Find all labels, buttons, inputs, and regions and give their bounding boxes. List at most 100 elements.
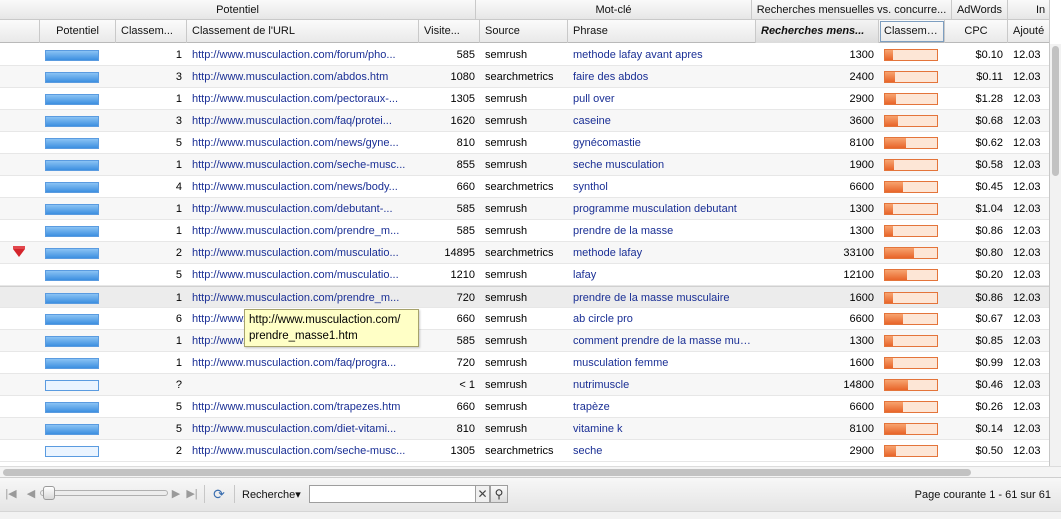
cell-phrase[interactable]: caseine <box>568 110 756 132</box>
cell-phrase[interactable]: synthol <box>568 176 756 198</box>
first-page-icon[interactable]: |◀ <box>5 487 17 501</box>
table-row[interactable]: 1 http://www.musculaction.com/debutant-..… <box>0 198 1049 220</box>
last-page-icon[interactable]: ▶| <box>186 487 198 501</box>
cell-url[interactable]: http://www.musculaction.com/news/body... <box>187 176 419 198</box>
competition-bar-fill <box>885 204 893 214</box>
cell-url[interactable]: http://www.musculaction.com/faq/progra..… <box>187 352 419 374</box>
group-header-mot-cle[interactable]: Mot-clé <box>476 0 752 20</box>
col-recherches[interactable]: Recherches mens... <box>756 20 879 43</box>
cell-url[interactable]: http://www.musculaction.com/prendre_m... <box>187 287 419 309</box>
col-cpc[interactable]: CPC <box>945 20 1008 43</box>
potentiel-bar <box>45 358 99 369</box>
cell-url[interactable]: http://www.musculaction.com/debutant-... <box>187 198 419 220</box>
vertical-scroll-thumb[interactable] <box>1052 46 1059 176</box>
cell-url[interactable]: http://www.musculaction.com/musculatio..… <box>187 264 419 286</box>
table-row[interactable]: 1 http://www.musculaction.com/faq/progra.… <box>0 352 1049 374</box>
col-visites[interactable]: Visite... <box>419 20 480 43</box>
cell-phrase[interactable]: trapèze <box>568 396 756 418</box>
group-header-recherches[interactable]: Recherches mensuelles vs. concurre... <box>752 0 952 20</box>
cell-visites: 855 <box>456 159 475 171</box>
cell-phrase[interactable]: pull over <box>568 88 756 110</box>
col-flag[interactable] <box>0 20 40 43</box>
cell-phrase[interactable]: musculation femme <box>568 352 756 374</box>
col-source[interactable]: Source <box>480 20 568 43</box>
col-ajoute[interactable]: Ajouté <box>1008 20 1049 43</box>
table-row[interactable]: 1 http://www.musculaction.com/forum/pho..… <box>0 44 1049 66</box>
cell-url[interactable]: http://www.musculaction.com/seche-musc..… <box>187 154 419 176</box>
table-row[interactable]: 4 http://www.musculaction.com/news/body..… <box>0 176 1049 198</box>
search-field-menu[interactable]: Recherche▾ <box>242 488 301 501</box>
gem-flag-icon[interactable] <box>13 246 25 257</box>
table-row[interactable]: 1 http://www.musculaction.com/pectoraux-.… <box>0 88 1049 110</box>
table-row[interactable]: 6 http://www.musculaction.com/660 semrush a… <box>0 308 1049 330</box>
cell-phrase[interactable]: ab circle pro <box>568 308 756 330</box>
table-row[interactable]: 1http://www.musculaction.com/prendre_m..… <box>0 286 1049 309</box>
cell-phrase[interactable]: faire des abdos <box>568 66 756 88</box>
cell-phrase[interactable]: prendre de la masse musculaire <box>568 287 756 309</box>
page-slider[interactable] <box>40 490 168 496</box>
table-row[interactable]: 5 http://www.musculaction.com/trapezes.ht… <box>0 396 1049 418</box>
cell-classement: ? <box>175 379 182 391</box>
cell-phrase[interactable]: seche <box>568 440 756 462</box>
cell-recherches: 6600 <box>849 401 874 413</box>
group-header-potentiel[interactable]: Potentiel <box>0 0 476 20</box>
vertical-scrollbar[interactable] <box>1050 44 1061 466</box>
table-row[interactable]: 1http://www.musculaction.com/prendre_m..… <box>0 220 1049 242</box>
cell-phrase[interactable]: nutrimuscle <box>568 374 756 396</box>
toolbar-separator <box>234 485 235 503</box>
potentiel-bar <box>45 402 99 413</box>
group-header-adwords[interactable]: AdWords <box>952 0 1008 20</box>
table-row[interactable]: 3 http://www.musculaction.com/abdos.htm 10… <box>0 66 1049 88</box>
competition-bar-fill <box>885 336 893 346</box>
cell-phrase[interactable]: vitamine k <box>568 418 756 440</box>
cell-phrase[interactable]: programme musculation debutant <box>568 198 756 220</box>
next-page-icon[interactable]: ▶ <box>170 487 182 501</box>
table-row[interactable]: 5 http://www.musculaction.com/diet-vitami… <box>0 418 1049 440</box>
cell-source: semrush <box>485 379 528 391</box>
col-phrase[interactable]: Phrase <box>568 20 756 43</box>
table-row[interactable]: ? < 1 semrush nutrimuscle 14800 $0.46 12.03 <box>0 374 1049 396</box>
table-row[interactable]: 5 http://www.musculaction.com/news/gyne..… <box>0 132 1049 154</box>
cell-visites: 660 <box>456 313 475 325</box>
cell-recherches: 12100 <box>843 269 874 281</box>
cell-phrase[interactable]: methode lafay <box>568 242 756 264</box>
horizontal-scroll-thumb[interactable] <box>3 469 971 476</box>
cell-url[interactable]: http://www.musculaction.com/diet-vitami.… <box>187 418 419 440</box>
cell-url[interactable]: http://www.musculaction.com/forum/pho... <box>187 44 419 66</box>
col-classement[interactable]: Classem... <box>116 20 187 43</box>
cell-url[interactable]: http://www.musculaction.com/news/gyne... <box>187 132 419 154</box>
col-potentiel[interactable]: Potentiel <box>40 20 116 43</box>
search-icon[interactable]: ⚲ <box>490 485 508 503</box>
cell-phrase[interactable]: lafay <box>568 264 756 286</box>
cell-phrase[interactable]: gynécomastie <box>568 132 756 154</box>
table-row[interactable]: 5 http://www.musculaction.com/musculatio.… <box>0 264 1049 286</box>
cell-url[interactable]: http://www.musculaction.com/faq/protei..… <box>187 110 419 132</box>
cell-phrase[interactable]: methode lafay avant apres <box>568 44 756 66</box>
cell-url[interactable]: http://www.musculaction.com/prendre_m... <box>187 220 419 242</box>
col-url[interactable]: Classement de l'URL <box>187 20 419 43</box>
group-header-in[interactable]: In <box>1008 0 1049 20</box>
cell-phrase[interactable]: seche musculation <box>568 154 756 176</box>
cell-url[interactable]: http://www.musculaction.com/pectoraux-..… <box>187 88 419 110</box>
competition-bar-fill <box>885 402 904 412</box>
table-row[interactable]: 2 http://www.musculaction.com/seche-musc.… <box>0 440 1049 462</box>
table-row[interactable]: 1 http://www.musculaction.com/seche-musc.… <box>0 154 1049 176</box>
cell-url[interactable]: http://www.musculaction.com/musculatio..… <box>187 242 419 264</box>
table-row[interactable]: 2 http://www.musculaction.com/musculatio.… <box>0 242 1049 264</box>
cell-url[interactable]: http://www.musculaction.com/seche-musc..… <box>187 440 419 462</box>
cell-url[interactable] <box>187 374 419 396</box>
cell-recherches: 8100 <box>849 137 874 149</box>
horizontal-scrollbar[interactable] <box>0 466 1061 477</box>
cell-phrase[interactable]: prendre de la masse <box>568 220 756 242</box>
table-row[interactable]: 3 http://www.musculaction.com/faq/protei.… <box>0 110 1049 132</box>
cell-phrase[interactable]: comment prendre de la masse mus... <box>568 330 756 352</box>
col-concurrence[interactable]: Classemen... <box>879 20 945 43</box>
prev-page-icon[interactable]: ◀ <box>25 487 37 501</box>
refresh-icon[interactable]: ⟳ <box>211 486 227 502</box>
cell-url[interactable]: http://www.musculaction.com/trapezes.htm <box>187 396 419 418</box>
page-slider-thumb[interactable] <box>43 486 55 500</box>
clear-search-icon[interactable]: ✕ <box>476 485 490 503</box>
search-input[interactable] <box>309 485 476 503</box>
cell-url[interactable]: http://www.musculaction.com/abdos.htm <box>187 66 419 88</box>
table-row[interactable]: 1http://www.musculaction.com/prendre_m..… <box>0 330 1049 352</box>
